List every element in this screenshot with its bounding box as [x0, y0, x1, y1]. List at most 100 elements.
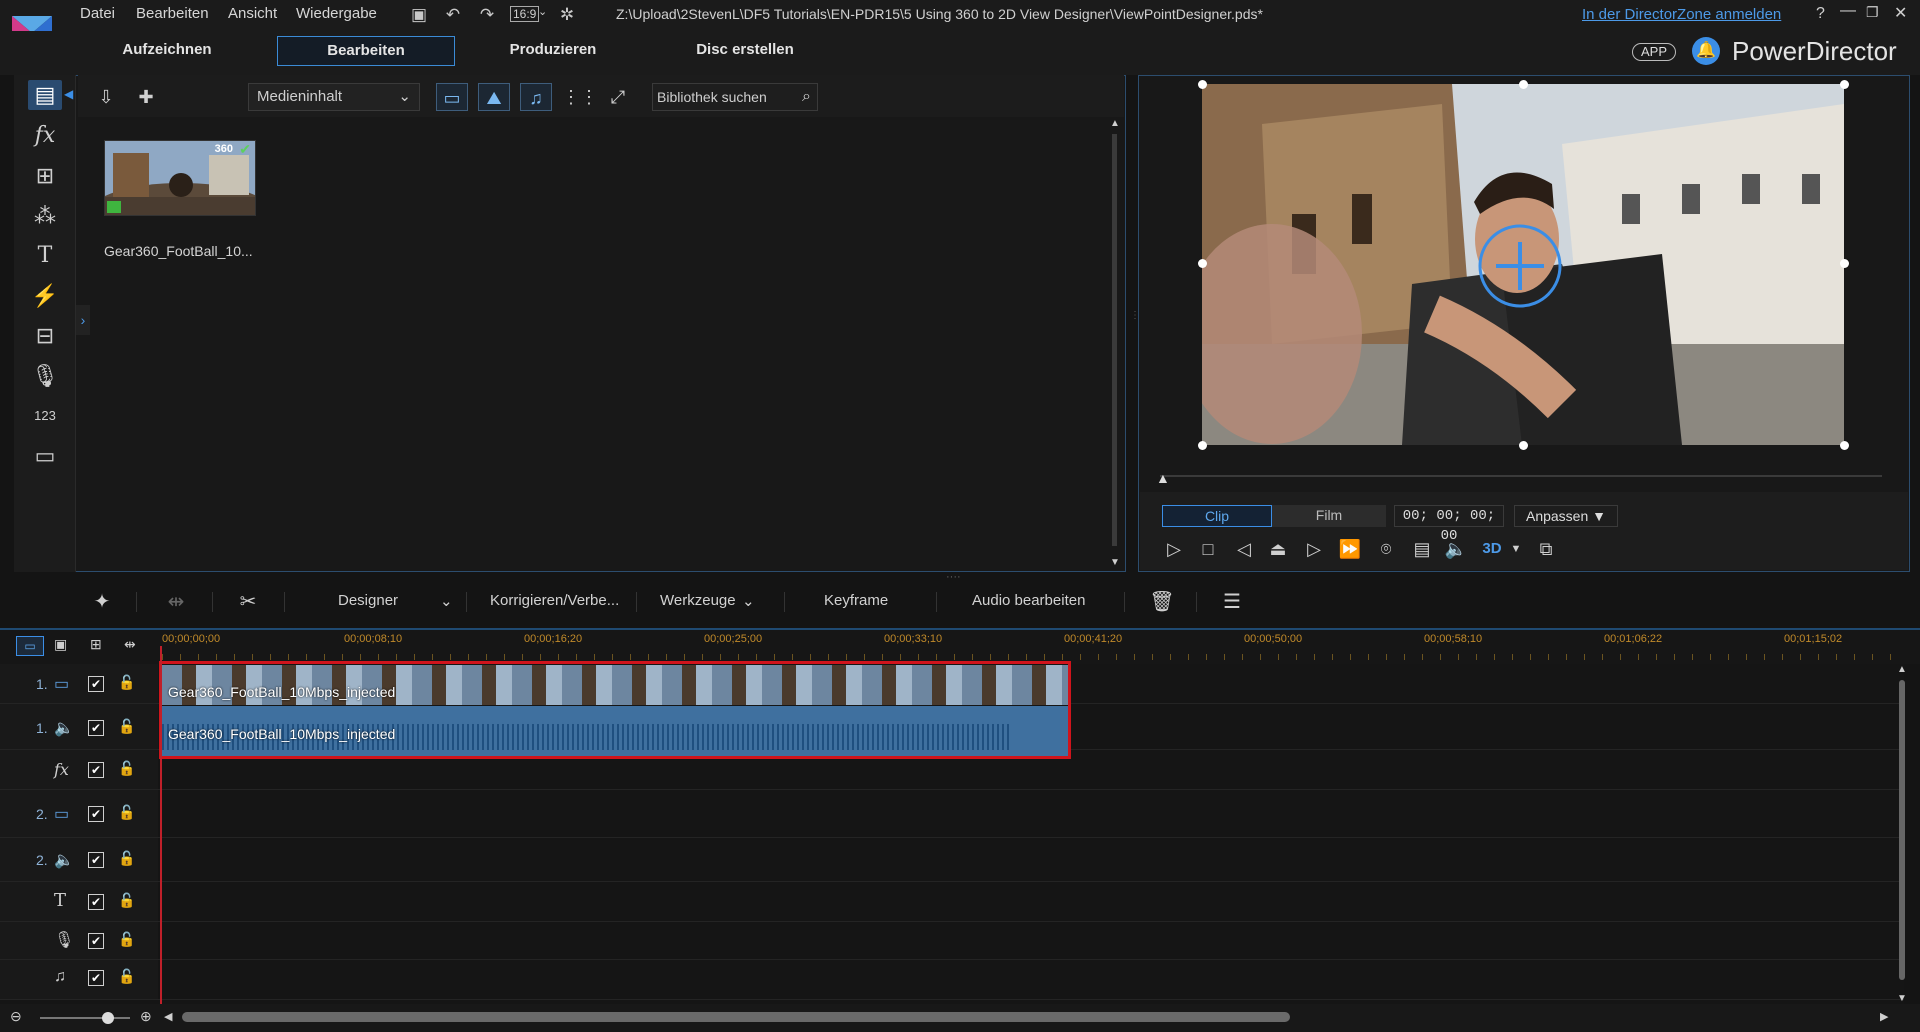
filter-image-icon[interactable]: ⛰ — [478, 83, 510, 111]
voice-over-icon[interactable]: 🎙 — [28, 361, 62, 391]
unlock-icon[interactable]: 🔓 — [118, 931, 135, 948]
media-thumbnail[interactable]: 360 ✔ — [104, 140, 256, 216]
fullscreen-library-icon[interactable]: ⤢ — [602, 83, 634, 111]
notification-bell-icon[interactable]: 🔔 — [1692, 37, 1720, 65]
timeline-ruler[interactable]: 00;00;00;00 00;00;08;10 00;00;16;20 00;0… — [162, 628, 1902, 664]
restore-icon[interactable]: ❐ — [1866, 4, 1879, 21]
fit-dropdown[interactable]: Anpassen ▼ — [1514, 505, 1618, 527]
help-button[interactable]: ? — [1816, 5, 1825, 23]
undo-icon[interactable]: ↶ — [442, 4, 464, 26]
scroll-down-icon[interactable]: ▼ — [1110, 557, 1120, 568]
scrub-slider-icon[interactable]: ▲ — [1156, 470, 1170, 486]
aspect-ratio-selector[interactable]: 16:9 — [510, 6, 540, 22]
magic-tools-icon[interactable]: ✦ — [88, 588, 116, 616]
scroll-down-icon[interactable]: ▼ — [1897, 993, 1907, 1004]
settings-gear-icon[interactable]: ✲ — [556, 4, 578, 26]
panel-resize-handle[interactable]: ⋮ — [1130, 310, 1140, 321]
designer-button[interactable]: Designer — [338, 592, 398, 609]
plugins-icon[interactable]: ✚ — [130, 83, 162, 111]
chapter-room-icon[interactable]: 123 — [28, 401, 62, 431]
volume-icon[interactable]: 🔈 — [1442, 536, 1470, 562]
unlock-icon[interactable]: 🔓 — [118, 892, 135, 909]
scroll-right-icon[interactable]: ▶ — [1880, 1010, 1888, 1023]
unlock-icon[interactable]: 🔓 — [118, 968, 135, 985]
tools-dropdown[interactable]: Werkzeuge — [660, 592, 736, 609]
effects-room-icon[interactable]: fx — [28, 121, 62, 151]
fit-timeline-icon[interactable]: ⇹ — [124, 636, 136, 653]
track-enable-checkbox[interactable]: ✔ — [88, 720, 104, 736]
directorzone-login-link[interactable]: In der DirectorZone anmelden — [1582, 6, 1781, 23]
tab-bearbeiten[interactable]: Bearbeiten — [277, 36, 455, 66]
resize-handle[interactable] — [1198, 259, 1207, 268]
unlock-icon[interactable]: 🔓 — [118, 804, 135, 821]
zoom-slider-knob[interactable] — [102, 1012, 114, 1024]
subtitle-room-icon[interactable]: ▭ — [28, 441, 62, 471]
search-icon[interactable]: ⌕ — [802, 84, 811, 110]
menu-datei[interactable]: Datei — [80, 5, 115, 22]
zoom-in-icon[interactable]: ⊕ — [140, 1008, 152, 1025]
fast-forward-icon[interactable]: ⏩ — [1336, 536, 1364, 562]
undock-preview-icon[interactable]: ⧉ — [1532, 536, 1560, 562]
resize-handle[interactable] — [1519, 80, 1528, 89]
track-enable-checkbox[interactable]: ✔ — [88, 806, 104, 822]
redo-icon[interactable]: ↷ — [476, 4, 498, 26]
chevron-down-icon[interactable]: ⌄ — [440, 592, 453, 610]
unlock-icon[interactable]: 🔓 — [118, 850, 135, 867]
library-scrollbar[interactable]: ▲ ▼ — [1108, 118, 1122, 568]
resize-handle[interactable] — [1198, 80, 1207, 89]
delete-trash-icon[interactable]: 🗑 — [1148, 588, 1176, 616]
close-icon[interactable]: ✕ — [1894, 3, 1907, 23]
resize-handle[interactable] — [1840, 80, 1849, 89]
resize-handle[interactable] — [1519, 441, 1528, 450]
track-enable-checkbox[interactable]: ✔ — [88, 762, 104, 778]
correct-enhance-button[interactable]: Korrigieren/Verbe... — [490, 592, 619, 609]
clip-mode-button[interactable]: Clip — [1162, 505, 1272, 527]
stop-icon[interactable]: □ — [1194, 536, 1222, 562]
transition-room-icon[interactable]: ⚡ — [28, 281, 62, 311]
previous-frame-icon[interactable]: ◁ — [1230, 536, 1258, 562]
timecode-display[interactable]: 00; 00; 00; 00 — [1394, 505, 1504, 544]
unlock-icon[interactable]: 🔓 — [118, 674, 135, 691]
resize-handle[interactable] — [1840, 441, 1849, 450]
title-room-icon[interactable]: T — [28, 241, 62, 271]
chevron-down-icon[interactable]: ⌄ — [538, 5, 547, 18]
unlock-icon[interactable]: 🔓 — [118, 718, 135, 735]
split-marker-icon[interactable]: ⏏ — [1264, 536, 1292, 562]
filter-audio-icon[interactable]: ♫ — [520, 83, 552, 111]
playhead[interactable] — [160, 646, 162, 1006]
timeline-view-icon[interactable]: ▭ — [16, 636, 44, 656]
tab-aufzeichnen[interactable]: Aufzeichnen — [102, 36, 232, 66]
unlock-icon[interactable]: 🔓 — [118, 760, 135, 777]
import-media-icon[interactable]: ⇩ — [90, 83, 122, 111]
track-enable-checkbox[interactable]: ✔ — [88, 933, 104, 949]
grid-view-icon[interactable]: ⋮⋮ — [562, 83, 598, 111]
more-options-icon[interactable]: ☰ — [1218, 588, 1246, 616]
menu-bearbeiten[interactable]: Bearbeiten — [136, 5, 209, 22]
zoom-slider[interactable] — [40, 1017, 130, 1019]
timeline-hscrollbar[interactable] — [182, 1012, 1290, 1022]
keyframe-button[interactable]: Keyframe — [824, 592, 888, 609]
media-content-dropdown[interactable]: Medieninhalt ⌄ — [248, 83, 420, 111]
library-search-input[interactable]: Bibliothek suchen ⌕ — [652, 83, 818, 111]
menu-wiedergabe[interactable]: Wiedergabe — [296, 5, 377, 22]
trim-scissors-icon[interactable]: ✂ — [234, 588, 262, 616]
filter-video-icon[interactable]: ▭ — [436, 83, 468, 111]
video-preview[interactable] — [1202, 84, 1844, 445]
save-icon[interactable]: ▣ — [408, 4, 430, 26]
resize-handle[interactable] — [1198, 441, 1207, 450]
track-manager-icon[interactable]: ⊞ — [90, 636, 102, 653]
scroll-up-icon[interactable]: ▲ — [1897, 664, 1907, 675]
subtitle-icon[interactable]: ▤ — [1408, 536, 1436, 562]
scroll-left-icon[interactable]: ◀ — [164, 1010, 172, 1023]
track-enable-checkbox[interactable]: ✔ — [88, 894, 104, 910]
play-icon[interactable]: ▷ — [1160, 536, 1188, 562]
track-enable-checkbox[interactable]: ✔ — [88, 676, 104, 692]
app-badge[interactable]: APP — [1632, 43, 1677, 61]
chevron-down-icon[interactable]: ⌄ — [742, 592, 755, 610]
next-frame-icon[interactable]: ▷ — [1300, 536, 1328, 562]
preview-scrub-bar[interactable] — [1160, 475, 1882, 477]
menu-ansicht[interactable]: Ansicht — [228, 5, 277, 22]
zoom-out-icon[interactable]: ⊖ — [10, 1008, 22, 1025]
film-mode-button[interactable]: Film — [1272, 505, 1386, 527]
audio-edit-button[interactable]: Audio bearbeiten — [972, 592, 1085, 609]
